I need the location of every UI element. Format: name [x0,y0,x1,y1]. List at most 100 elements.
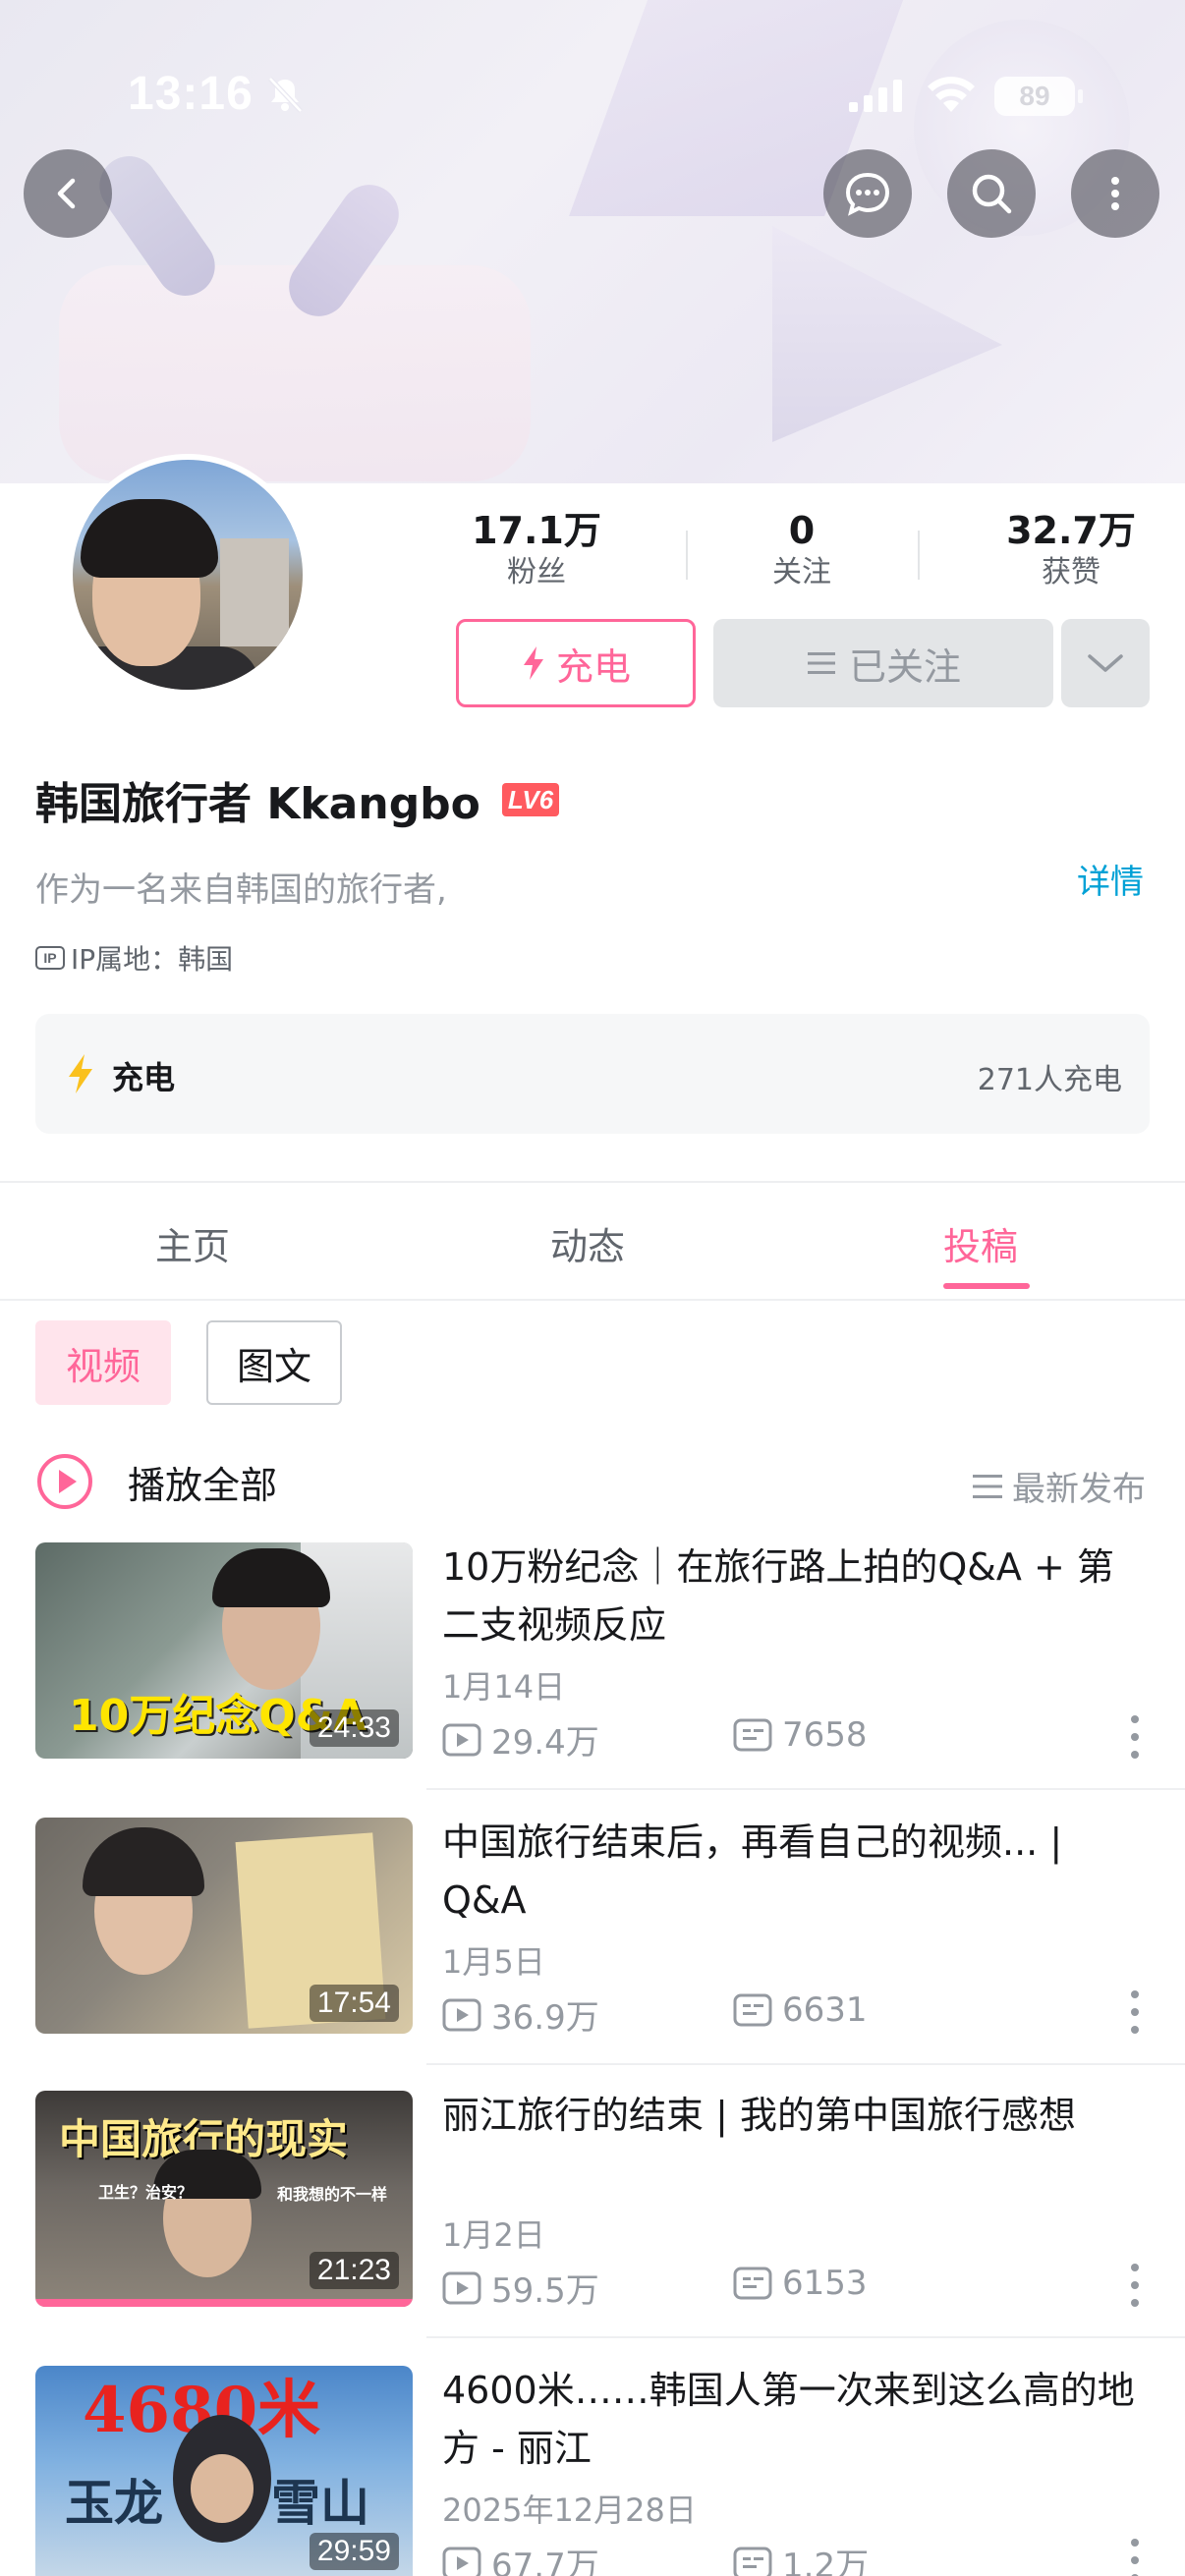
battery-level: 89 [994,77,1075,116]
stat-followers[interactable]: 17.1万 粉丝 [466,507,607,591]
comment-count: 6153 [733,2264,868,2303]
ip-location-text: IP属地：韩国 [71,943,234,976]
detail-link[interactable]: 详情 [1077,855,1144,903]
status-bar: 13:16 89 [0,0,1185,120]
battery-tip [1078,89,1083,103]
video-more-button[interactable] [1128,1990,1142,2034]
more-options-button[interactable] [1071,149,1159,238]
username: 韩国旅行者 Kkangbo [35,779,480,829]
video-thumbnail[interactable]: 4680米 玉龙 雪山 29:59 [35,2366,413,2576]
battery-icon: 89 [994,77,1083,116]
comment-count: 1.2万 [733,2539,869,2576]
divider [918,531,920,580]
play-circle-icon [37,1454,92,1509]
charge-panel[interactable]: 充电 271人充电 [35,1014,1150,1134]
view-count: 67.7万 [442,2539,599,2576]
follow-options-button[interactable] [1061,619,1150,707]
search-button[interactable] [947,149,1036,238]
video-title: 4600米……韩国人第一次来到这么高的地方 - 丽江 [442,2369,1135,2470]
danmaku-icon [733,1718,772,1752]
sort-label: 最新发布 [1012,1470,1146,1509]
level-badge: LV6 [501,783,560,816]
video-title: 中国旅行结束后，再看自己的视频... | Q&A [442,1820,1063,1922]
bell-muted-icon [268,77,303,113]
stat-following[interactable]: 0 关注 [743,507,861,591]
video-duration: 24:33 [309,1709,399,1747]
video-date: 1月5日 [442,1943,545,1981]
divider [426,1788,1185,1790]
filter-video[interactable]: 视频 [35,1320,171,1405]
view-count: 36.9万 [442,1990,599,2039]
thumbnail-subcaption: 玉龙 [65,2474,163,2532]
view-count-text: 29.4万 [491,1723,599,1763]
stat-label: 粉丝 [507,555,566,589]
stat-label: 获赞 [1042,555,1100,589]
message-button[interactable] [823,149,912,238]
video-thumbnail[interactable]: 10万纪念Q&A 24:33 [35,1542,413,1759]
charge-button-label: 充电 [555,644,631,689]
status-time: 13:16 [128,68,254,120]
thumbnail-subcaption: 雪山 [271,2474,369,2532]
comment-count-text: 1.2万 [782,2547,870,2576]
tab-home[interactable]: 主页 [155,1216,230,1270]
tab-uploads[interactable]: 投稿 [943,1216,1018,1270]
play-all-label: 播放全部 [128,1463,278,1507]
avatar-hair [81,499,218,578]
avatar[interactable] [67,454,309,696]
video-thumbnail[interactable]: 中国旅行的现实 卫生？治安？ 和我想的不一样 21:23 [35,2091,413,2307]
back-button[interactable] [24,149,112,238]
danmaku-icon [733,2547,772,2576]
video-date: 2025年12月28日 [442,2492,697,2529]
sort-button[interactable]: 最新发布 [971,1462,1146,1510]
charge-panel-label: 充电 [112,1059,176,1096]
stat-value: 17.1万 [472,509,601,552]
video-more-button[interactable] [1128,2539,1142,2576]
lightning-icon [69,1054,92,1093]
charge-count: 271人充电 [977,1063,1122,1097]
comment-count: 6631 [733,1990,868,2030]
play-count-icon [442,1723,481,1756]
divider [686,531,688,580]
tab-active-indicator [943,1283,1030,1289]
play-all-button[interactable]: 播放全部 [35,1452,277,1511]
followed-button[interactable]: 已关注 [713,619,1053,707]
danmaku-icon [733,2267,772,2300]
divider [426,2063,1185,2065]
video-item[interactable]: 10万纪念Q&A 24:33 10万粉纪念｜在旅行路上拍的Q&A + 第二支视频… [0,1542,1185,1816]
avatar-background-building [220,538,289,646]
lightning-icon [523,646,543,680]
view-count: 59.5万 [442,2264,599,2312]
divider [0,1181,1185,1183]
video-item[interactable]: 17:54 中国旅行结束后，再看自己的视频... | Q&A 1月5日 36.9… [0,1818,1185,2091]
comment-count-text: 7658 [782,1715,868,1755]
video-item[interactable]: 中国旅行的现实 卫生？治安？ 和我想的不一样 21:23 丽江旅行的结束 | 我… [0,2091,1185,2364]
video-thumbnail[interactable]: 17:54 [35,1818,413,2034]
video-duration: 17:54 [309,1985,399,2022]
view-count-text: 67.7万 [491,2547,599,2576]
video-more-button[interactable] [1128,2264,1142,2307]
video-item[interactable]: 4680米 玉龙 雪山 29:59 4600米……韩国人第一次来到这么高的地方 … [0,2366,1185,2576]
comment-count-text: 6153 [782,2264,868,2303]
chat-bubble-icon [845,172,890,216]
stat-likes[interactable]: 32.7万 获赞 [994,507,1148,591]
tab-dynamics[interactable]: 动态 [550,1216,625,1270]
video-more-button[interactable] [1128,1715,1142,1759]
view-count-text: 59.5万 [491,2271,599,2311]
stat-label: 关注 [772,555,831,589]
view-count: 29.4万 [442,1715,599,1764]
cellular-signal-icon [849,80,902,112]
divider [0,1299,1185,1301]
divider [426,2336,1185,2338]
more-vertical-icon [1111,177,1119,210]
danmaku-icon [733,1993,772,2027]
charge-button[interactable]: 充电 [456,619,696,707]
thumbnail-subcaption: 卫生？治安？ [98,2183,194,2202]
thumbnail-face [191,2454,254,2523]
watch-progress-bar [35,2299,413,2307]
ip-icon: IP [35,946,65,970]
play-count-icon [442,2547,481,2576]
banner-decoration [772,226,1002,442]
thumbnail-hair [83,1827,204,1896]
stat-value: 32.7万 [1006,509,1136,552]
filter-image-text[interactable]: 图文 [206,1320,342,1405]
